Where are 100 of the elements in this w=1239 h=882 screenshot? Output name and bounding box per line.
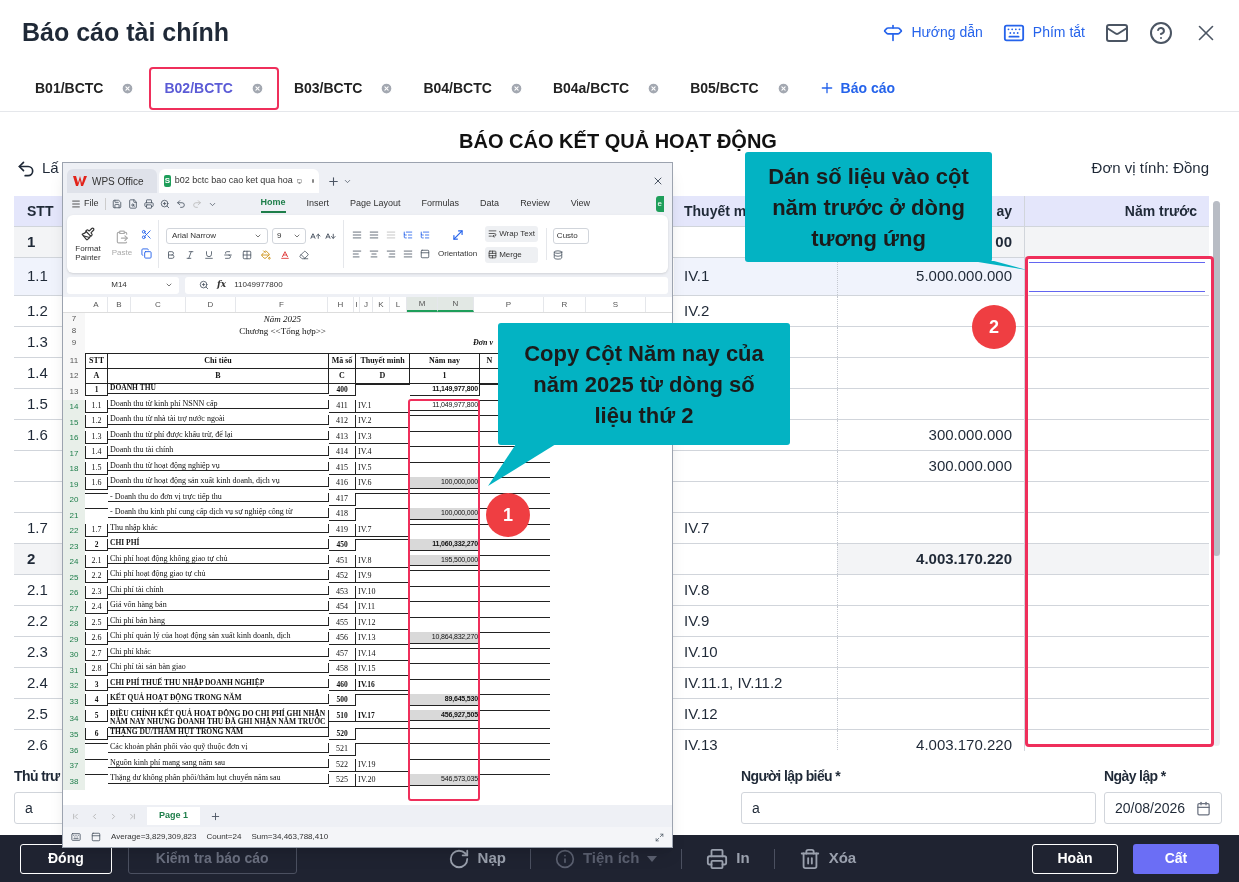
next-sheet-icon[interactable]: [109, 811, 118, 821]
macro-icon[interactable]: [71, 832, 81, 842]
align-middle-icon[interactable]: [369, 229, 379, 240]
align-right-icon[interactable]: [386, 248, 396, 259]
fullscreen-icon[interactable]: [655, 832, 664, 842]
column-letter[interactable]: N: [438, 297, 474, 312]
print-button[interactable]: In: [706, 847, 750, 870]
ribbon-tab[interactable]: Home: [260, 195, 286, 213]
first-sheet-icon[interactable]: [71, 811, 80, 821]
column-letter[interactable]: H: [328, 297, 354, 312]
column-letter[interactable]: C: [131, 297, 186, 312]
column-letter[interactable]: P: [474, 297, 544, 312]
strikethrough-icon[interactable]: [223, 250, 233, 260]
new-tab-icon[interactable]: [327, 174, 340, 188]
back-button[interactable]: Lấ: [16, 157, 59, 180]
reload-button[interactable]: Nạp: [447, 847, 506, 870]
report-tab[interactable]: B02/BCTC: [149, 66, 279, 110]
sheet-tab[interactable]: Page 1: [147, 807, 201, 825]
column-letter[interactable]: K: [373, 297, 390, 312]
column-letter[interactable]: A: [85, 297, 108, 312]
previous-sheet-icon[interactable]: [90, 811, 99, 821]
input-field[interactable]: a: [741, 792, 1096, 824]
indent-decrease-icon[interactable]: [403, 229, 413, 240]
ribbon-tab[interactable]: Review: [520, 195, 550, 213]
report-tab[interactable]: B04a/BCTC: [537, 66, 676, 110]
printer-icon[interactable]: [143, 199, 154, 209]
fill-color-icon[interactable]: [261, 250, 271, 260]
eraser-icon[interactable]: [299, 250, 309, 260]
undo-icon[interactable]: [175, 199, 186, 209]
wrap-text-button[interactable]: Wrap Text: [485, 225, 538, 242]
close-tab-icon[interactable]: [380, 81, 394, 95]
column-letter[interactable]: I: [354, 297, 360, 312]
view-icon[interactable]: [91, 832, 101, 842]
file-search-icon[interactable]: [127, 199, 138, 209]
save-icon[interactable]: [111, 199, 122, 209]
close-tab-icon[interactable]: [121, 81, 135, 95]
ribbon-tab[interactable]: Insert: [306, 195, 330, 213]
finish-button[interactable]: Hoàn: [1032, 843, 1118, 874]
table-cell[interactable]: [1024, 227, 1209, 257]
formula-field[interactable]: fx 11049977800: [185, 276, 668, 294]
indent-increase-icon[interactable]: [420, 229, 430, 240]
date-field[interactable]: 20/08/2026: [1104, 792, 1222, 824]
ribbon-tab[interactable]: Page Layout: [350, 195, 401, 213]
column-letter[interactable]: R: [544, 297, 586, 312]
add-sheet-icon[interactable]: [210, 810, 222, 822]
report-tab[interactable]: B01/BCTC: [20, 66, 150, 110]
help-icon[interactable]: [1149, 20, 1173, 45]
copy-icon[interactable]: [141, 248, 152, 259]
format-painter-button[interactable]: Format Painter: [73, 226, 103, 262]
ribbon-tab[interactable]: Formulas: [421, 195, 460, 213]
distribute-icon[interactable]: [420, 248, 430, 259]
zoom-icon[interactable]: [159, 199, 170, 209]
align-top-icon[interactable]: [352, 229, 362, 240]
font-select[interactable]: Arial Narrow: [166, 228, 268, 244]
align-left-icon[interactable]: [352, 248, 362, 259]
save-button[interactable]: Cất: [1133, 843, 1219, 874]
file-menu[interactable]: File: [71, 197, 99, 211]
close-icon[interactable]: [652, 175, 664, 187]
close-tab-icon[interactable]: [647, 81, 661, 95]
report-tab[interactable]: B03/BCTC: [278, 66, 409, 110]
italic-icon[interactable]: [185, 250, 195, 260]
redo-icon[interactable]: [191, 199, 202, 209]
grow-font-icon[interactable]: [310, 230, 321, 242]
last-sheet-icon[interactable]: [128, 811, 137, 821]
ribbon-tab[interactable]: View: [570, 195, 590, 213]
number-format-select[interactable]: Custo: [552, 228, 589, 244]
add-report-button[interactable]: Báo cáo: [818, 77, 896, 99]
table-cell[interactable]: [1024, 544, 1209, 574]
close-tab-icon[interactable]: [776, 81, 790, 95]
borders-icon[interactable]: [242, 250, 252, 260]
bold-icon[interactable]: [166, 250, 176, 260]
column-letter[interactable]: J: [360, 297, 373, 312]
file-tab[interactable]: S b02 bctc bao cao ket qua hoa: [159, 169, 319, 193]
scrollbar[interactable]: [1213, 201, 1220, 746]
merge-button[interactable]: Merge: [485, 246, 538, 263]
orientation-button[interactable]: Orientation: [438, 228, 478, 260]
ribbon-tab[interactable]: Data: [480, 195, 500, 213]
shrink-font-icon[interactable]: [325, 230, 336, 242]
column-letter[interactable]: B: [108, 297, 131, 312]
guide-link[interactable]: Hướng dẫn: [883, 22, 983, 43]
scissors-icon[interactable]: [141, 229, 152, 240]
close-tab-icon[interactable]: [250, 81, 264, 95]
font-color-icon[interactable]: [280, 250, 290, 260]
report-tab[interactable]: B05/BCTC: [675, 66, 805, 110]
sheet-cell: 2.7: [91, 647, 102, 660]
align-center-icon[interactable]: [369, 248, 379, 259]
column-letter[interactable]: D: [186, 297, 236, 312]
underline-icon[interactable]: [204, 250, 214, 260]
delete-button[interactable]: Xóa: [798, 847, 857, 870]
report-tab[interactable]: B04/BCTC: [408, 66, 538, 110]
app-tab[interactable]: WPS Office: [67, 169, 157, 193]
column-letter[interactable]: S: [586, 297, 646, 312]
column-letter[interactable]: M: [407, 297, 438, 312]
column-letter[interactable]: F: [236, 297, 328, 312]
cylinder-icon[interactable]: [552, 250, 563, 260]
shortcuts-link[interactable]: Phím tắt: [1002, 21, 1085, 44]
name-box[interactable]: M14: [67, 276, 179, 294]
justify-icon[interactable]: [403, 248, 413, 259]
font-size-select[interactable]: 9: [272, 228, 306, 244]
close-tab-icon[interactable]: [509, 81, 523, 95]
